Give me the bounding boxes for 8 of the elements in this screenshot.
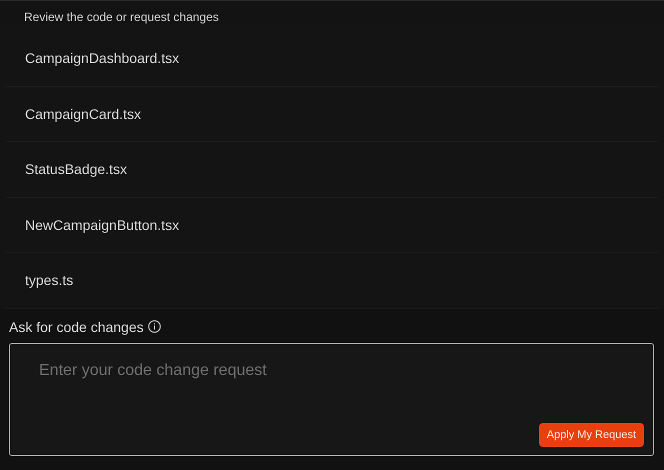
file-name[interactable]: StatusBadge.tsx: [25, 161, 127, 178]
file-name[interactable]: NewCampaignButton.tsx: [25, 216, 180, 233]
file-name[interactable]: CampaignDashboard.tsx: [25, 50, 180, 66]
file-name[interactable]: CampaignCard.tsx: [25, 106, 141, 122]
file-name[interactable]: types.ts: [25, 272, 74, 288]
subtitle: Review the code or request changes: [24, 9, 220, 26]
field-label: Ask for code changes: [9, 318, 144, 334]
info-icon[interactable]: [148, 320, 161, 333]
